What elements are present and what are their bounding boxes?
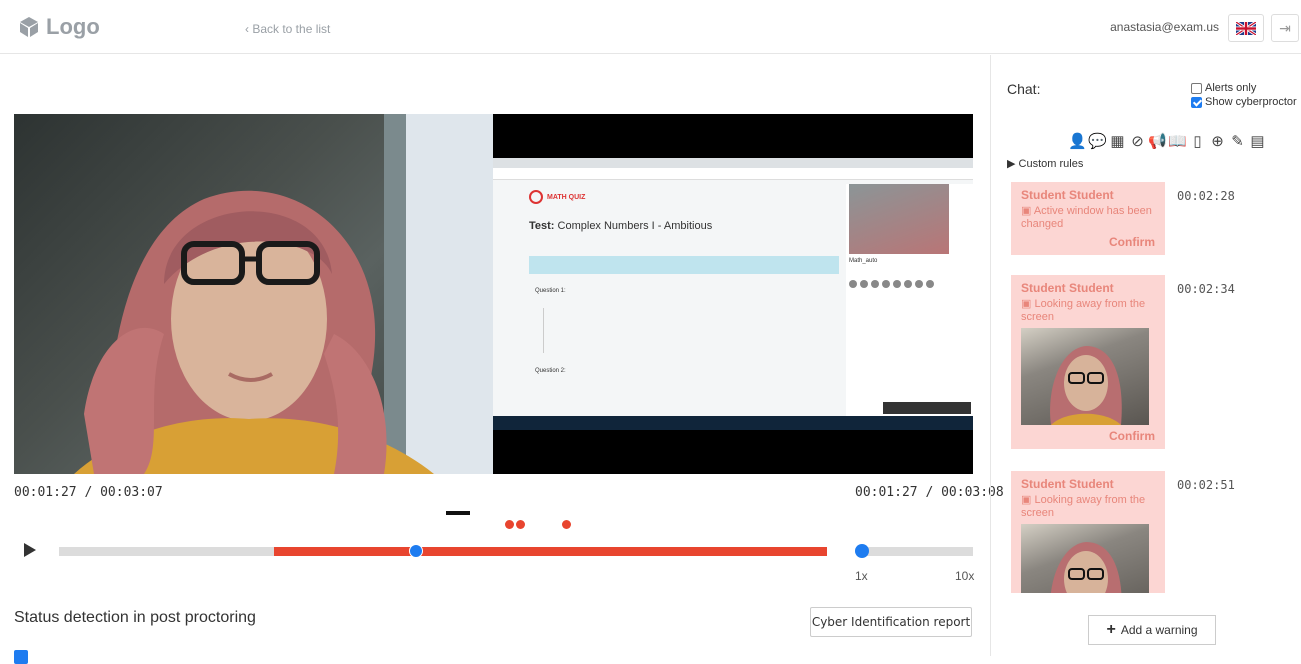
add-warning-button[interactable]: + Add a warning — [1088, 615, 1216, 645]
plus-icon: + — [1106, 621, 1116, 638]
event-card: Student Student ▣ Active window has been… — [1011, 182, 1165, 255]
megaphone-icon[interactable]: 📢 — [1148, 132, 1167, 150]
event-message: Looking away from the screen — [1021, 298, 1146, 323]
alert-marker[interactable] — [505, 520, 514, 529]
event-snapshot[interactable] — [1021, 328, 1149, 425]
playback-time-left: 00:01:27 / 00:03:07 — [14, 485, 163, 500]
event-snapshot[interactable] — [1021, 524, 1149, 593]
excel-icon[interactable]: ▤ — [1249, 132, 1266, 150]
webcam-person-image — [74, 114, 493, 474]
uk-flag-icon — [1236, 21, 1256, 35]
status-detection-title: Status detection in post proctoring — [14, 609, 256, 626]
book-icon[interactable]: 📖 — [1168, 132, 1187, 150]
test-name: Complex Numbers I - Ambitious — [557, 220, 713, 232]
speed-slider-thumb[interactable] — [855, 544, 869, 558]
calendar-icon: ▣ — [1021, 205, 1034, 217]
question-1-label: Question 1: — [535, 288, 566, 294]
show-cyberproctor-checkbox[interactable] — [1191, 96, 1202, 108]
eye-slash-icon[interactable]: ⊘ — [1129, 132, 1146, 150]
calendar-icon: ▣ — [1021, 494, 1035, 506]
event-feed[interactable]: Student Student ▣ Active window has been… — [991, 179, 1301, 593]
webcam-feed — [14, 114, 493, 474]
timeline-marker[interactable] — [446, 511, 470, 515]
status-checkbox[interactable] — [14, 650, 28, 664]
question-2-label: Question 2: — [535, 368, 566, 374]
speed-slider-track[interactable] — [862, 547, 973, 556]
alert-marker[interactable] — [562, 520, 571, 529]
confirm-button[interactable]: Confirm — [1021, 429, 1155, 443]
person-icon[interactable]: 👤 — [1068, 132, 1087, 150]
custom-rules-toggle[interactable]: ▶ Custom rules — [1007, 157, 1083, 170]
show-cyberproctor-label: Show cyberproctor — [1205, 96, 1297, 108]
timeline-alert-range — [274, 547, 827, 556]
edit-icon[interactable]: ✎ — [1229, 132, 1246, 150]
event-student-name: Student Student — [1021, 281, 1114, 295]
event-time: 00:02:51 — [1177, 478, 1235, 492]
confirm-button[interactable]: Confirm — [1021, 235, 1155, 249]
event-message: Looking away from the screen — [1021, 494, 1146, 519]
logout-button[interactable]: ⇥ — [1271, 14, 1299, 42]
back-to-list-link[interactable]: ‹ Back to the list — [245, 22, 330, 36]
chat-icon[interactable]: 💬 — [1088, 132, 1107, 150]
event-student-name: Student Student — [1021, 188, 1114, 202]
play-button[interactable] — [24, 543, 36, 557]
event-filter-icons: 👤 💬 ▦ ⊘ 📢 📖 ▯ ⊕ ✎ ▤ — [1068, 132, 1266, 150]
logo[interactable]: Logo — [18, 14, 100, 40]
user-email: anastasia@exam.us — [1110, 20, 1219, 34]
event-student-name: Student Student — [1021, 477, 1114, 491]
speed-min-label: 1x — [855, 569, 868, 583]
logo-text: Logo — [46, 14, 100, 39]
video-player[interactable]: MATH QUIZ Test: Complex Numbers I - Ambi… — [14, 114, 973, 474]
alerts-only-label: Alerts only — [1205, 82, 1257, 94]
screen-share-feed: MATH QUIZ Test: Complex Numbers I - Ambi… — [493, 114, 973, 474]
show-cyberproctor-option[interactable]: Show cyberproctor — [1191, 96, 1297, 108]
quiz-brand: MATH QUIZ — [547, 193, 586, 201]
quiz-logo-icon — [529, 190, 543, 204]
cyber-identification-report-button[interactable]: Cyber Identification report — [810, 607, 972, 637]
cube-icon — [20, 17, 38, 37]
language-button[interactable] — [1228, 14, 1264, 42]
math-auto-label: Math_auto — [849, 258, 878, 264]
alerts-only-option[interactable]: Alerts only — [1191, 82, 1256, 94]
event-time: 00:02:34 — [1177, 282, 1235, 296]
alerts-only-checkbox[interactable] — [1191, 82, 1202, 94]
chat-sidebar: Chat: Alerts only Show cyberproctor 👤 💬 … — [990, 55, 1301, 656]
event-time: 00:02:28 — [1177, 189, 1235, 203]
add-warning-label: Add a warning — [1120, 623, 1198, 637]
playback-time-right: 00:01:27 / 00:03:08 — [855, 485, 1004, 500]
qr-icon[interactable]: ▦ — [1109, 132, 1126, 150]
globe-icon[interactable]: ⊕ — [1209, 132, 1226, 150]
timeline-track[interactable] — [59, 544, 827, 558]
event-message: Active window has been changed — [1021, 205, 1152, 230]
alert-marker[interactable] — [516, 520, 525, 529]
door-icon[interactable]: ▯ — [1189, 132, 1206, 150]
taskbar — [493, 416, 973, 430]
shared-browser-window: MATH QUIZ Test: Complex Numbers I - Ambi… — [493, 158, 973, 416]
calendar-icon: ▣ — [1021, 298, 1035, 310]
timeline-thumb[interactable] — [409, 544, 424, 558]
top-header: Logo ‹ Back to the list anastasia@exam.u… — [0, 0, 1301, 54]
event-card: Student Student ▣ Looking away from the … — [1011, 275, 1165, 449]
test-label: Test: — [529, 220, 555, 232]
event-card: Student Student ▣ Looking away from the … — [1011, 471, 1165, 593]
logout-icon: ⇥ — [1279, 19, 1291, 36]
chat-label: Chat: — [1007, 81, 1041, 97]
speed-max-label: 10x — [955, 569, 975, 583]
